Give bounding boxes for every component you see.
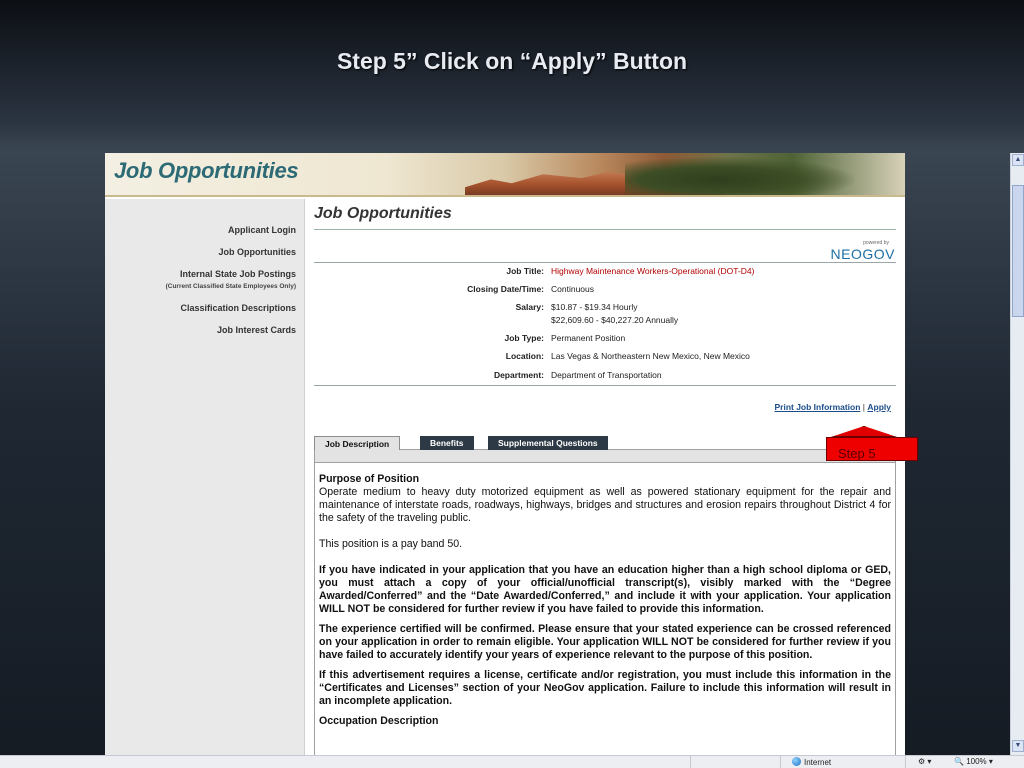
heading-divider bbox=[314, 229, 896, 230]
closing-date-value: Continuous bbox=[551, 284, 595, 294]
job-actions: Print Job Information | Apply bbox=[774, 402, 891, 412]
education-notice: If you have indicated in your applicatio… bbox=[319, 564, 891, 615]
details-bottom-divider bbox=[314, 385, 896, 386]
zoom-control[interactable]: 🔍 100% ▾ bbox=[954, 757, 993, 766]
trees-image bbox=[625, 157, 855, 195]
details-top-divider bbox=[314, 262, 896, 263]
department-label: Department: bbox=[493, 370, 544, 380]
zoom-level: 100% bbox=[966, 757, 987, 766]
zoom-icon: 🔍 bbox=[954, 757, 964, 766]
sidebar-item-job-interest-cards[interactable]: Job Interest Cards bbox=[217, 325, 296, 335]
sidebar-item-job-opportunities[interactable]: Job Opportunities bbox=[219, 247, 297, 257]
location-value: Las Vegas & Northeastern New Mexico, New… bbox=[551, 351, 750, 361]
security-zone: Internet bbox=[792, 757, 831, 767]
security-zone-label: Internet bbox=[804, 758, 832, 767]
banner-title: Job Opportunities bbox=[114, 158, 299, 183]
tab-bar bbox=[314, 449, 896, 463]
pay-band-text: This position is a pay band 50. bbox=[319, 538, 463, 550]
experience-notice: The experience certified will be confirm… bbox=[319, 623, 891, 661]
license-notice: If this advertisement requires a license… bbox=[319, 669, 891, 707]
scroll-up-arrow-icon[interactable]: ▲ bbox=[1012, 154, 1024, 166]
vertical-scrollbar[interactable]: ▲ ▼ bbox=[1010, 153, 1024, 755]
tab-job-description[interactable]: Job Description bbox=[314, 436, 401, 450]
print-job-information-link[interactable]: Print Job Information bbox=[774, 402, 860, 412]
job-title-label: Job Title: bbox=[506, 266, 544, 276]
tab-benefits[interactable]: Benefits bbox=[420, 436, 474, 450]
job-description-panel: Purpose of Position Operate medium to he… bbox=[314, 463, 896, 755]
protected-mode-icon[interactable]: ⚙ ▾ bbox=[918, 757, 931, 766]
sidebar-nav: Applicant Login Job Opportunities Intern… bbox=[105, 199, 305, 755]
status-divider bbox=[690, 756, 691, 768]
globe-icon bbox=[792, 757, 801, 766]
page-title: Job Opportunities bbox=[314, 205, 452, 222]
job-title-value: Highway Maintenance Workers-Operational … bbox=[551, 266, 755, 276]
job-type-value: Permanent Position bbox=[551, 333, 626, 343]
slide-title: Step 5” Click on “Apply” Button bbox=[336, 48, 688, 74]
main-content: Job Opportunities powered by NEOGOV Job … bbox=[314, 199, 897, 755]
status-divider bbox=[905, 756, 906, 768]
sidebar-item-classification-descriptions[interactable]: Classification Descriptions bbox=[180, 303, 296, 313]
location-label: Location: bbox=[505, 351, 544, 361]
site-banner: Job Opportunities bbox=[105, 153, 905, 197]
salary-label: Salary: bbox=[515, 302, 544, 312]
salary-annual: $22,609.60 - $40,227.20 Annually bbox=[551, 315, 679, 325]
sidebar-item-applicant-login[interactable]: Applicant Login bbox=[228, 225, 296, 235]
neogov-logo: NEOGOV bbox=[830, 246, 895, 262]
scroll-thumb[interactable] bbox=[1012, 185, 1024, 317]
tab-supplemental-questions[interactable]: Supplemental Questions bbox=[488, 436, 608, 450]
status-bar: Internet ⚙ ▾ 🔍 100% ▾ bbox=[0, 755, 1024, 768]
purpose-heading: Purpose of Position bbox=[319, 473, 420, 485]
closing-date-label: Closing Date/Time: bbox=[467, 284, 544, 294]
browser-viewport: Job Opportunities Applicant Login Job Op… bbox=[105, 153, 905, 755]
status-divider bbox=[780, 756, 781, 768]
apply-link[interactable]: Apply bbox=[867, 402, 891, 412]
job-type-label: Job Type: bbox=[504, 333, 544, 343]
sidebar-item-sublabel: (Current Classified State Employees Only… bbox=[165, 283, 296, 290]
sidebar-item-internal-state-job-postings[interactable]: Internal State Job Postings bbox=[180, 269, 296, 279]
occupation-heading: Occupation Description bbox=[319, 715, 439, 727]
purpose-text: Operate medium to heavy duty motorized e… bbox=[319, 486, 891, 524]
step-5-callout: Step 5 bbox=[826, 437, 918, 461]
department-value: Department of Transportation bbox=[551, 370, 662, 380]
salary-hourly: $10.87 - $19.34 Hourly bbox=[551, 302, 638, 312]
scroll-down-arrow-icon[interactable]: ▼ bbox=[1012, 740, 1024, 752]
